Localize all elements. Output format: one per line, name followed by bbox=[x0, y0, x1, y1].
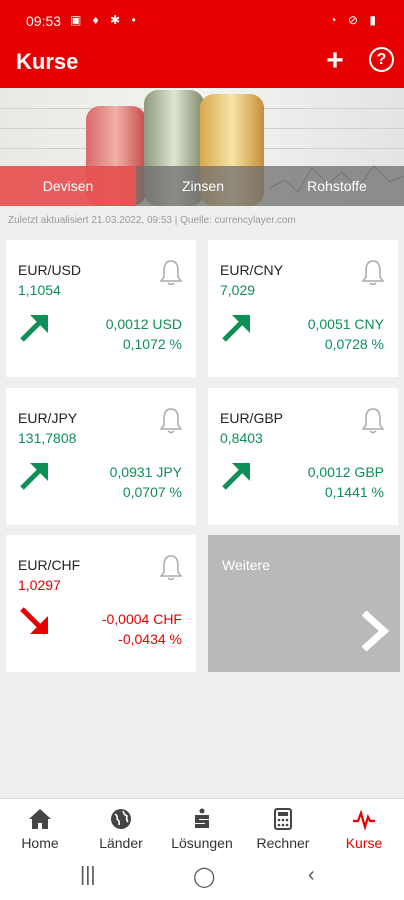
tab-bar: Devisen Zinsen Rohstoffe bbox=[0, 166, 404, 206]
chevron-right-icon bbox=[361, 610, 390, 652]
percent-change: -0,0434 % bbox=[118, 631, 182, 647]
app-bar: Kurse + ? bbox=[0, 40, 404, 88]
bell-icon[interactable] bbox=[160, 406, 182, 434]
nav-laender[interactable]: Länder bbox=[81, 799, 161, 855]
recent-apps-icon[interactable]: ||| bbox=[80, 864, 96, 887]
bottom-navigation: Home Länder Lösungen Rechner Kurse bbox=[0, 798, 404, 855]
exchange-rate: 7,029 bbox=[220, 282, 256, 298]
trend-up-arrow-icon bbox=[20, 462, 48, 490]
absolute-change: 0,0012 USD bbox=[105, 316, 182, 332]
trend-up-arrow-icon bbox=[222, 462, 250, 490]
absolute-change: 0,0051 CNY bbox=[307, 316, 384, 332]
system-status-icons: ◔ ⊘ ▮ bbox=[329, 13, 380, 27]
system-navigation-bar: ||| ◯ ‹ bbox=[0, 854, 404, 900]
currency-pair: EUR/GBP bbox=[220, 410, 284, 426]
bell-icon[interactable] bbox=[362, 258, 384, 286]
home-icon bbox=[29, 809, 51, 829]
tab-zinsen[interactable]: Zinsen bbox=[136, 166, 270, 206]
percent-change: 0,1072 % bbox=[122, 336, 182, 352]
exchange-rate: 1,1054 bbox=[18, 282, 61, 298]
status-bar: 09:53 ▣ ♦ ✱ • ◔ ⊘ ▮ bbox=[0, 0, 404, 40]
rate-card-eur-chf[interactable]: EUR/CHF 1,0297 -0,0004 CHF -0,0434 % bbox=[6, 535, 196, 672]
nav-loesungen[interactable]: Lösungen bbox=[162, 799, 242, 855]
currency-pair: EUR/CNY bbox=[220, 262, 284, 278]
nav-kurse[interactable]: Kurse bbox=[324, 799, 404, 855]
currency-pair: EUR/USD bbox=[18, 262, 82, 278]
more-rates-button[interactable]: Weitere bbox=[208, 535, 400, 672]
sparkasse-icon bbox=[195, 808, 209, 828]
currency-pair: EUR/JPY bbox=[18, 410, 78, 426]
notification-icons: ▣ ♦ ✱ • bbox=[70, 13, 140, 27]
absolute-change: -0,0004 CHF bbox=[101, 611, 182, 627]
help-icon[interactable]: ? bbox=[369, 47, 394, 72]
nav-label: Kurse bbox=[345, 835, 383, 851]
add-icon[interactable]: + bbox=[322, 44, 348, 78]
more-label: Weitere bbox=[222, 557, 270, 573]
percent-change: 0,1441 % bbox=[324, 484, 384, 500]
back-icon[interactable]: ‹ bbox=[308, 864, 315, 887]
trend-down-arrow-icon bbox=[20, 607, 48, 635]
bell-icon[interactable] bbox=[362, 406, 384, 434]
tab-rohstoffe[interactable]: Rohstoffe bbox=[270, 166, 404, 206]
status-time: 09:53 bbox=[26, 13, 62, 29]
nav-label: Länder bbox=[99, 835, 143, 851]
nav-label: Lösungen bbox=[171, 835, 233, 851]
bell-icon[interactable] bbox=[160, 553, 182, 581]
currency-pair: EUR/CHF bbox=[18, 557, 81, 573]
nav-home[interactable]: Home bbox=[0, 799, 80, 855]
home-button-icon[interactable]: ◯ bbox=[193, 864, 215, 889]
percent-change: 0,0707 % bbox=[122, 484, 182, 500]
rate-card-eur-cny[interactable]: EUR/CNY 7,029 0,0051 CNY 0,0728 % bbox=[208, 240, 398, 377]
trend-up-arrow-icon bbox=[20, 314, 48, 342]
globe-icon bbox=[111, 809, 131, 829]
tab-devisen[interactable]: Devisen bbox=[0, 166, 136, 206]
exchange-rate: 1,0297 bbox=[18, 577, 61, 593]
exchange-rate: 131,7808 bbox=[18, 430, 77, 446]
rate-card-eur-gbp[interactable]: EUR/GBP 0,8403 0,0012 GBP 0,1441 % bbox=[208, 388, 398, 525]
nav-rechner[interactable]: Rechner bbox=[243, 799, 323, 855]
nav-label: Rechner bbox=[256, 835, 310, 851]
absolute-change: 0,0012 GBP bbox=[307, 464, 384, 480]
trend-up-arrow-icon bbox=[222, 314, 250, 342]
absolute-change: 0,0931 JPY bbox=[109, 464, 182, 480]
rate-card-eur-jpy[interactable]: EUR/JPY 131,7808 0,0931 JPY 0,0707 % bbox=[6, 388, 196, 525]
exchange-rate: 0,8403 bbox=[220, 430, 263, 446]
last-updated-text: Zuletzt aktualisiert 21.03.2022, 09:53 |… bbox=[8, 215, 296, 226]
bell-icon[interactable] bbox=[160, 258, 182, 286]
nav-label: Home bbox=[21, 835, 59, 851]
chart-pulse-icon bbox=[353, 809, 375, 831]
percent-change: 0,0728 % bbox=[324, 336, 384, 352]
calculator-icon bbox=[274, 808, 292, 830]
page-title: Kurse bbox=[16, 49, 79, 74]
rate-card-eur-usd[interactable]: EUR/USD 1,1054 0,0012 USD 0,1072 % bbox=[6, 240, 196, 377]
